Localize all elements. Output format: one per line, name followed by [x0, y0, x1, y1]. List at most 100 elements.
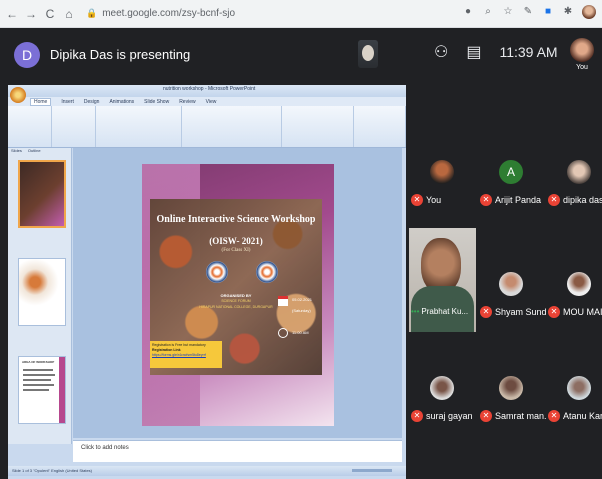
participant-tile[interactable]: ✕ dipika das	[546, 150, 602, 216]
home-icon[interactable]: ⌂	[62, 7, 76, 21]
tab-icon[interactable]: ■	[542, 6, 554, 18]
back-icon[interactable]: ←	[5, 7, 19, 21]
ribbon-tab[interactable]: Insert	[61, 99, 74, 105]
participant-name: Arijit Panda	[495, 195, 542, 205]
participant-tile[interactable]: ✕ You	[409, 150, 475, 216]
participant-tile[interactable]: ✕ Samrat man...	[478, 366, 552, 432]
outline-tab[interactable]: Outline	[28, 148, 41, 156]
meet-header-actions: ⚇ ▤ 11:39 AM	[434, 42, 558, 62]
pane-tabs: Slides Outline	[8, 148, 71, 156]
slides-tab[interactable]: Slides	[11, 148, 22, 156]
puzzle-icon[interactable]: ✱	[562, 6, 574, 18]
ppt-status-bar: Slide 1 of 3 "Opulent" English (United S…	[8, 466, 406, 476]
participant-avatar	[430, 376, 454, 400]
extension-icon[interactable]: ✎	[522, 6, 534, 18]
participant-tile[interactable]: ✕ MOU MAITY	[546, 262, 602, 328]
ribbon-tab[interactable]: Animations	[109, 99, 134, 105]
you-avatar	[570, 38, 594, 62]
mic-off-icon: ✕	[548, 410, 560, 422]
you-label: You	[576, 64, 588, 71]
slide-class: (For Class XI)	[221, 248, 251, 253]
participant-avatar	[567, 376, 591, 400]
mic-off-icon: ✕	[548, 194, 560, 206]
zoom-icon[interactable]: ⌕	[482, 6, 494, 18]
presenting-label: Dipika Das is presenting	[50, 47, 191, 62]
camera-icon[interactable]: ●	[462, 6, 474, 18]
registration-link[interactable]: https://forms.gle/r4cncfsm5tu8eyrrf	[152, 353, 220, 358]
day-value: (Saturday)	[292, 308, 311, 313]
self-avatar[interactable]: You	[570, 38, 594, 74]
slides-group[interactable]	[52, 106, 96, 147]
meet-header: D Dipika Das is presenting ⚇ ▤ 11:39 AM …	[0, 28, 602, 80]
editing-group[interactable]	[354, 106, 406, 147]
presenter-avatar: D	[14, 42, 40, 68]
participant-tile[interactable]: ✕ suraj gayan	[409, 366, 475, 432]
thumb-line	[23, 384, 54, 386]
event-date: 05.02.2021 (Saturday)	[292, 297, 312, 313]
ribbon-tab[interactable]: Home	[30, 97, 52, 106]
slide-thumbnail[interactable]	[18, 160, 66, 228]
date-value: 05.02.2021	[292, 297, 313, 302]
mic-off-icon: ✕	[480, 194, 492, 206]
event-time: 11:00 AM	[292, 330, 309, 335]
participant-name: Atanu Kara	[563, 411, 602, 421]
participant-avatar	[567, 160, 591, 184]
current-slide[interactable]: Online Interactive Science Workshop (OIS…	[142, 164, 334, 426]
slide-subtitle: (OISW- 2021)	[209, 236, 263, 246]
lock-icon: 🔒	[86, 8, 98, 18]
participant-avatar	[430, 160, 454, 184]
participant-name: Samrat man...	[495, 411, 552, 421]
reload-icon[interactable]: C	[43, 7, 57, 21]
ribbon-tab[interactable]: Design	[84, 99, 100, 105]
participant-face	[421, 238, 461, 293]
mic-off-icon: ✕	[548, 306, 560, 318]
shared-screen: nutrition workshop - Microsoft PowerPoin…	[8, 85, 406, 479]
participant-name: suraj gayan	[426, 411, 473, 421]
participant-video[interactable]: ••• Prabhat Ku...	[409, 228, 476, 332]
slide-title: Online Interactive Science Workshop	[156, 214, 316, 225]
ppt-titlebar: nutrition workshop - Microsoft PowerPoin…	[8, 85, 406, 103]
self-view-thumbnail[interactable]	[358, 40, 378, 68]
participant-avatar	[499, 272, 523, 296]
college-logo	[206, 261, 228, 283]
ppt-ribbon	[8, 106, 406, 148]
forward-icon[interactable]: →	[24, 7, 38, 21]
notes-pane[interactable]: Click to add notes	[73, 440, 402, 462]
participant-tile[interactable]: ✕ Shyam Sund...	[478, 262, 554, 328]
ribbon-tab[interactable]: View	[206, 99, 217, 105]
clipboard-group[interactable]	[8, 106, 52, 147]
slide-thumbnail[interactable]	[18, 258, 66, 326]
people-icon[interactable]: ⚇	[434, 42, 448, 62]
participant-tile[interactable]: A ✕ Arijit Panda	[478, 150, 544, 216]
slide-thumbnail[interactable]: AREA OF WORKSHOP	[18, 356, 66, 424]
paragraph-group[interactable]	[182, 106, 282, 147]
slide-editor: Online Interactive Science Workshop (OIS…	[73, 148, 402, 438]
ribbon-tab[interactable]: Slide Show	[144, 99, 169, 105]
participant-name: MOU MAITY	[563, 307, 602, 317]
ppt-ribbon-tabs: Home Insert Design Animations Slide Show…	[8, 97, 406, 106]
clock-icon	[278, 328, 288, 338]
chat-icon[interactable]: ▤	[466, 42, 481, 62]
star-icon[interactable]: ☆	[502, 6, 514, 18]
slides-pane: Slides Outline AREA OF WORKSHOP	[8, 148, 72, 444]
browser-actions: ● ⌕ ☆ ✎ ■ ✱	[462, 5, 596, 19]
font-group[interactable]	[96, 106, 182, 147]
office-button[interactable]	[10, 87, 26, 103]
zoom-slider[interactable]	[352, 469, 392, 472]
address-bar[interactable]: 🔒 meet.google.com/zsy-bcnf-sjo	[86, 4, 516, 24]
profile-avatar[interactable]	[582, 5, 596, 19]
participant-tile[interactable]: ✕ Atanu Kara	[546, 366, 602, 432]
mic-off-icon: ✕	[411, 410, 423, 422]
status-text: Slide 1 of 3 "Opulent" English (United S…	[12, 468, 92, 473]
participant-avatar: A	[499, 160, 523, 184]
drawing-group[interactable]	[282, 106, 354, 147]
speaking-indicator: •••	[411, 307, 420, 316]
participant-name: You	[426, 195, 442, 205]
ribbon-tab[interactable]: Review	[179, 99, 195, 105]
calendar-icon	[278, 296, 288, 306]
participant-avatar	[567, 272, 591, 296]
participant-avatar	[499, 376, 523, 400]
participant-name-text: Prabhat Ku...	[421, 307, 469, 316]
thumb-line	[23, 389, 49, 391]
thumb-title: AREA OF WORKSHOP	[22, 360, 55, 364]
